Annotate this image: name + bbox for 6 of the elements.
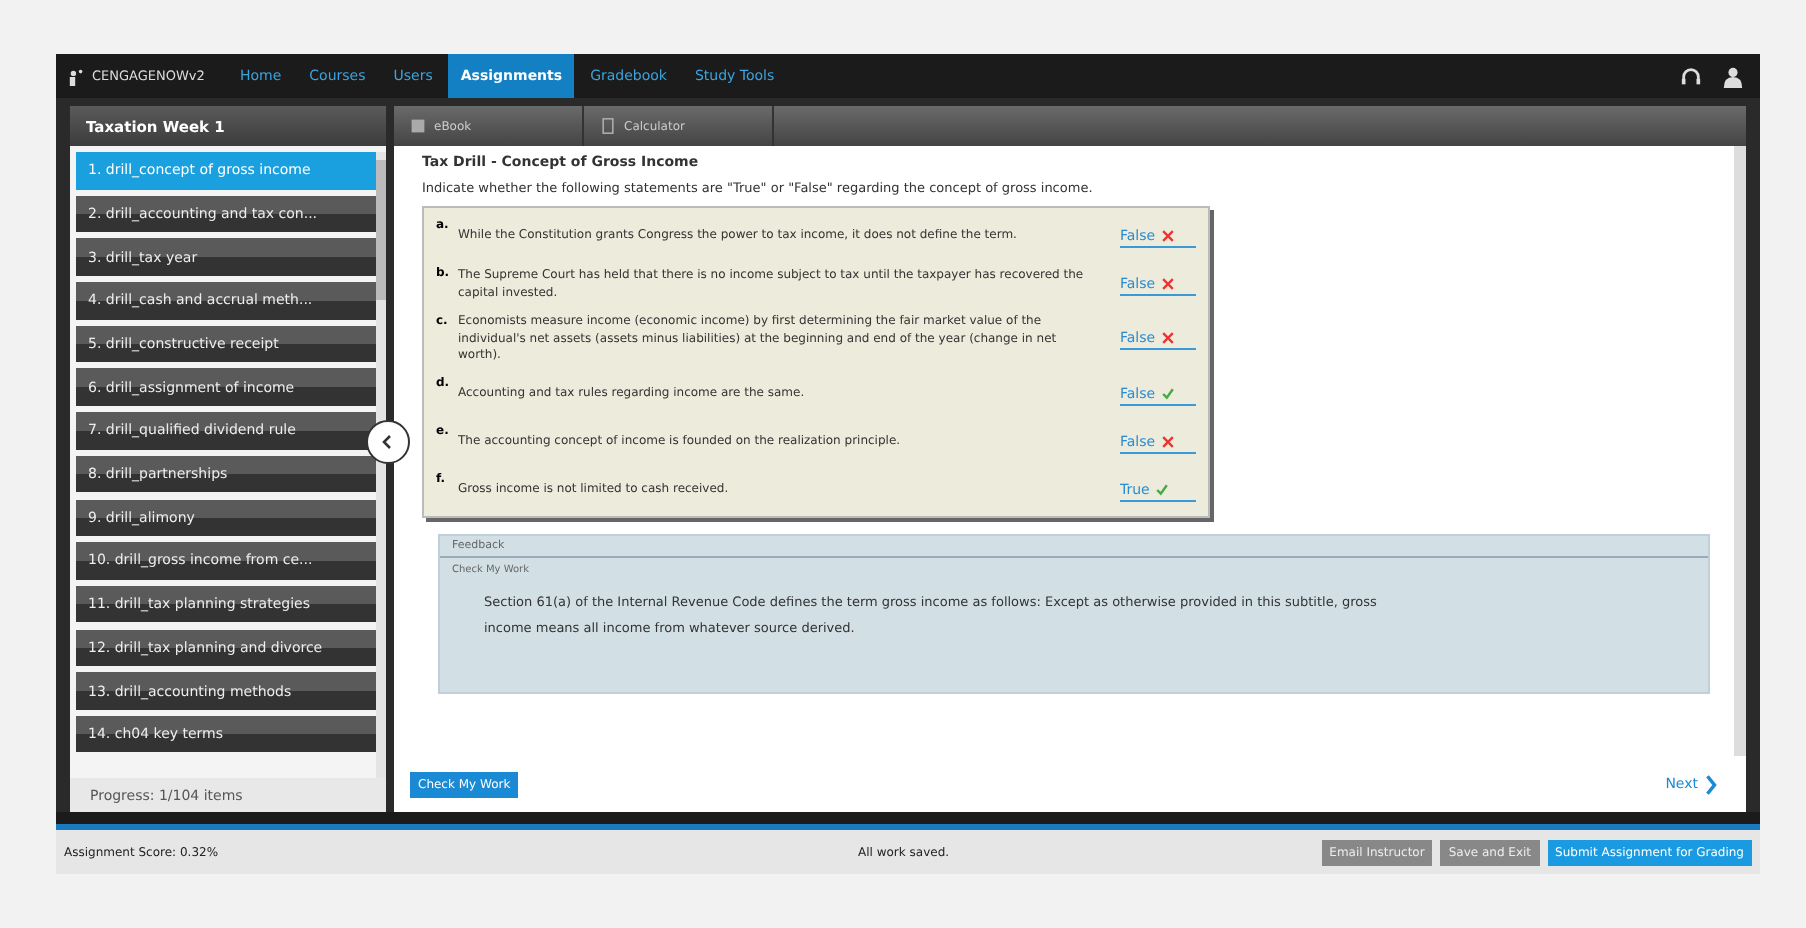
user-icon[interactable] bbox=[1722, 65, 1744, 87]
calculator-icon bbox=[600, 118, 616, 134]
collapse-button[interactable] bbox=[366, 420, 410, 464]
logo-icon bbox=[68, 67, 86, 85]
headset-icon[interactable] bbox=[1680, 65, 1702, 87]
chevron-right-icon bbox=[1704, 773, 1718, 795]
